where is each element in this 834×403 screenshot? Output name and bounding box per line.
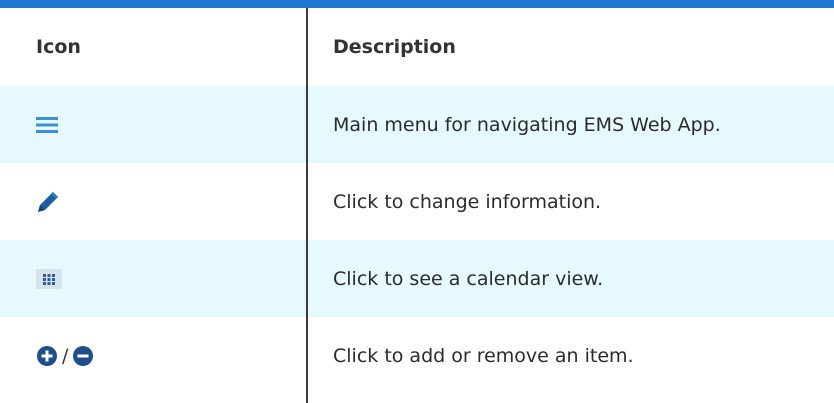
table-row: Main menu for navigating EMS Web App. (0, 86, 834, 163)
column-divider (306, 8, 308, 403)
table-header-row: Icon Description (0, 8, 834, 86)
pencil-icon (36, 190, 60, 214)
minus-circle-icon (72, 345, 94, 367)
icon-description-table: Icon Description Main menu for navigatin… (0, 0, 834, 403)
separator-slash: / (62, 344, 69, 367)
hamburger-menu-icon (36, 116, 58, 133)
header-description: Description (333, 36, 456, 58)
row-description: Click to change information. (333, 190, 602, 213)
row-description: Main menu for navigating EMS Web App. (333, 113, 721, 136)
table-row: Click to see a calendar view. (0, 240, 834, 317)
plus-circle-icon (36, 345, 58, 367)
calendar-grid-icon (36, 268, 62, 289)
row-description: Click to add or remove an item. (333, 344, 634, 367)
header-icon: Icon (36, 36, 81, 58)
table-row: / Click to add or remove an item. (0, 317, 834, 394)
row-description: Click to see a calendar view. (333, 267, 604, 290)
table-row: Click to change information. (0, 163, 834, 240)
table-top-border (0, 0, 834, 8)
